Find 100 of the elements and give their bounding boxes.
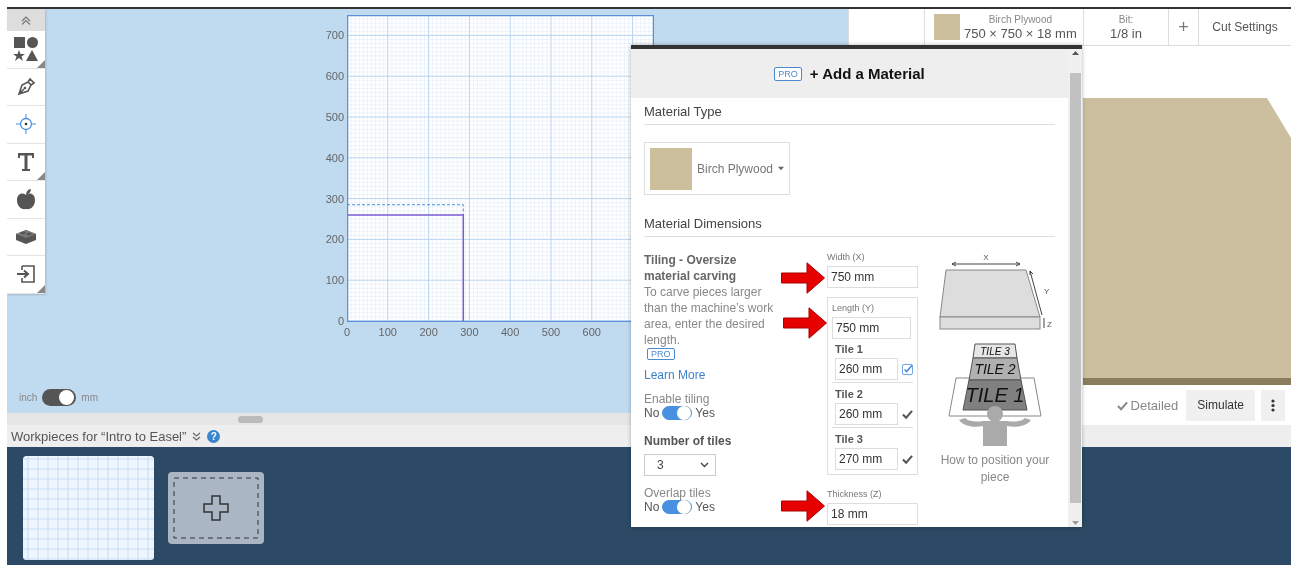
axis-label: 500: [324, 111, 344, 123]
tile-label: TILE 2: [974, 361, 1016, 377]
axis-label: 400: [324, 151, 344, 164]
axis-label: 400: [500, 326, 521, 338]
axis-label: 600: [324, 70, 344, 83]
workpieces-title: Workpieces for “Intro to Easel”: [11, 428, 187, 444]
axis-label: 300: [459, 326, 480, 338]
detailed-label: Detailed: [1130, 397, 1179, 413]
pointer-arrow: [783, 307, 827, 339]
simulate-button[interactable]: Simulate: [1186, 389, 1255, 421]
tool-button[interactable]: [7, 31, 45, 69]
pro-badge: PRO: [647, 348, 675, 360]
workpiece-thumbnail[interactable]: [23, 456, 154, 560]
axis-label: 600: [581, 326, 602, 338]
corner-icon: [37, 172, 45, 180]
more-icon: [1271, 398, 1275, 412]
scroll-up-icon[interactable]: [1071, 51, 1079, 55]
add-workpiece-button[interactable]: [168, 472, 264, 544]
checkbox[interactable]: [902, 362, 913, 376]
field-label: Overlap tiles: [644, 486, 711, 500]
length-field[interactable]: 750 mm: [832, 317, 911, 339]
resize-handle[interactable]: [238, 415, 263, 423]
axis-label: 700: [324, 29, 344, 42]
toggle-label: No: [644, 500, 660, 514]
axis-label: 0: [342, 326, 352, 338]
unit-toggle[interactable]: [42, 389, 77, 406]
unit-label: inch: [19, 392, 38, 403]
material-dropdown[interactable]: Birch Plywood: [644, 142, 790, 195]
thickness-field[interactable]: 18 mm: [827, 503, 918, 525]
tile-label: Tile 2: [835, 388, 863, 400]
tile-field[interactable]: 260 mm: [835, 358, 898, 380]
field-label: Width (X): [827, 252, 865, 263]
unit-label: mm: [81, 392, 99, 403]
more-button[interactable]: [1261, 389, 1285, 421]
corner-icon: [37, 59, 45, 68]
toggle-label: Yes: [695, 406, 715, 420]
axis-label: 200: [418, 326, 439, 338]
section-heading: Material Type: [644, 104, 1055, 125]
material-size: 750 × 750 × 18 mm: [964, 27, 1077, 41]
tile-field[interactable]: 260 mm: [835, 403, 898, 425]
caret-icon: [778, 166, 784, 171]
pointer-arrow: [781, 262, 825, 294]
tile-label: Tile 1: [835, 343, 863, 355]
pro-badge: PRO: [774, 66, 802, 81]
pen-tool-icon: [16, 76, 36, 97]
field-label: Length (Y): [832, 303, 876, 314]
scrollbar[interactable]: [1068, 49, 1082, 527]
field-label: Thickness (Z): [827, 489, 882, 500]
tile-label: Tile 3: [835, 433, 863, 445]
field-label: Enable tiling: [644, 392, 710, 406]
chevron-up-icon: [21, 15, 31, 25]
tile-field[interactable]: 270 mm: [835, 448, 898, 470]
brick-icon: [15, 228, 37, 245]
section-heading: Material Dimensions: [644, 216, 1055, 237]
tile-label: TILE 3: [980, 346, 1010, 357]
bit-label: Bit:: [1118, 13, 1134, 27]
toggle-label: No: [644, 406, 660, 420]
toggle-label: Yes: [695, 500, 715, 514]
field-label: Number of tiles: [644, 434, 732, 448]
help-button[interactable]: ?: [207, 429, 221, 443]
corner-icon: [37, 284, 45, 293]
import-icon: [17, 265, 35, 284]
axis-label: X: [983, 253, 989, 262]
tool-button[interactable]: [7, 218, 45, 256]
scrollbar-thumb[interactable]: [1069, 73, 1081, 503]
axis-label: 300: [324, 192, 344, 205]
width-field[interactable]: 750 mm: [827, 266, 918, 288]
workpiece-outline[interactable]: [347, 214, 465, 322]
chevron-down-icon: [700, 462, 709, 468]
diagram-caption: How to position your piece: [939, 452, 1051, 486]
apple-icon: [16, 188, 36, 211]
tool-button[interactable]: [7, 256, 45, 294]
tile-label: TILE 1: [965, 384, 1025, 406]
toggle-switch[interactable]: [662, 500, 693, 514]
material-swatch: [934, 14, 960, 40]
bit-value: 1/8 in: [1110, 27, 1142, 41]
axis-label: 0: [336, 315, 344, 327]
material-label: Birch Plywood: [697, 161, 774, 176]
axis-label: 200: [324, 233, 344, 246]
dialog-title: + Add a Material: [809, 65, 925, 82]
text-tool-icon: [18, 152, 34, 171]
learn-more-link[interactable]: Learn More: [644, 368, 706, 382]
axis-label: 500: [540, 326, 562, 338]
tool-button[interactable]: [7, 68, 45, 106]
crosshair-icon: [15, 113, 37, 136]
tiles-select[interactable]: 3: [644, 454, 716, 476]
pointer-arrow: [781, 490, 825, 522]
toggle-switch[interactable]: [662, 406, 693, 420]
chevron-down-icon[interactable]: [192, 431, 202, 441]
tool-button[interactable]: [7, 143, 45, 181]
axis-label: Y: [1044, 287, 1050, 296]
axis-label: 100: [324, 274, 344, 287]
tool-button[interactable]: [7, 181, 45, 219]
axis-label: 100: [377, 326, 398, 338]
material-name: Birch Plywood: [988, 13, 1053, 27]
scroll-down-icon[interactable]: [1071, 521, 1079, 525]
tiling-description: To carve pieces larger than the machine’s work area, enter the desired length.: [644, 284, 775, 348]
axis-label: Z: [1047, 320, 1052, 329]
tiling-title: Tiling - Oversize material carving: [644, 252, 738, 284]
shapes-icon: [13, 36, 39, 63]
